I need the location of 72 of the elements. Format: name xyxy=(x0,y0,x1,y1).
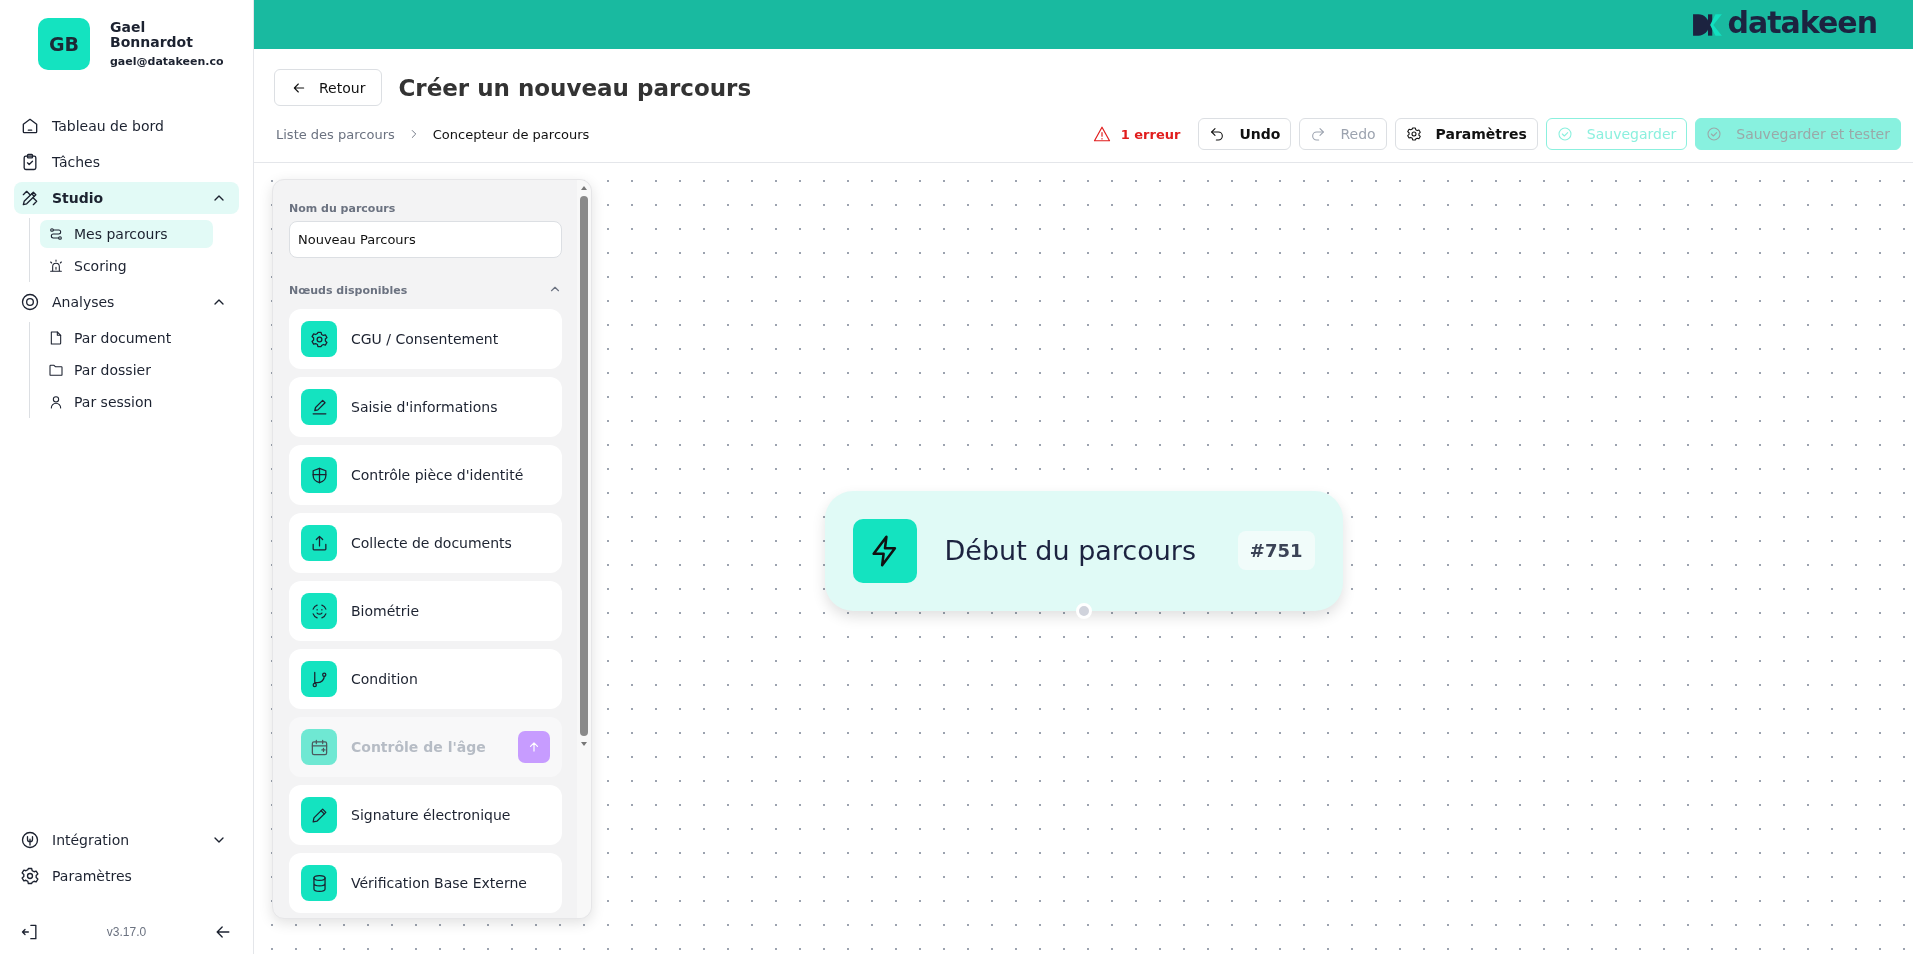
document-icon xyxy=(48,330,64,346)
nav-item[interactable]: Tableau de bord xyxy=(14,110,239,142)
node-card[interactable]: CGU / Consentement xyxy=(289,309,562,369)
field-label: Nom du parcours xyxy=(289,202,397,215)
back-button[interactable]: Retour xyxy=(274,69,383,106)
scroll-up-icon[interactable] xyxy=(580,185,588,191)
settings-icon xyxy=(309,329,329,349)
settings-icon xyxy=(20,866,40,886)
node-card[interactable]: Saisie d'informations xyxy=(289,377,562,437)
node-card[interactable]: Condition xyxy=(289,649,562,709)
node-label: Contrôle pièce d'identité xyxy=(351,467,524,483)
siren-icon xyxy=(48,258,64,274)
nav-item[interactable]: Paramètres xyxy=(14,860,239,892)
node-card[interactable]: Biométrie xyxy=(289,581,562,641)
node-label: Vérification Base Externe xyxy=(351,875,527,891)
version-label: v3.17.0 xyxy=(106,925,147,939)
page-title: Créer un nouveau parcours xyxy=(398,74,752,101)
scrollbar[interactable] xyxy=(577,180,591,918)
home-icon xyxy=(20,116,40,136)
node-id: #751 xyxy=(1237,531,1315,571)
breadcrumb-item[interactable]: Liste des parcours xyxy=(276,126,395,142)
scrollbar-thumb[interactable] xyxy=(580,196,588,736)
plug-icon xyxy=(20,830,40,850)
arrow-up-icon xyxy=(527,740,541,754)
nav-subitem[interactable]: Par document xyxy=(40,324,213,352)
node-card[interactable]: Signature électronique xyxy=(289,785,562,845)
nav-item[interactable]: Tâches xyxy=(14,146,239,178)
redo-icon xyxy=(1310,126,1327,142)
check-circle-icon xyxy=(1706,126,1723,142)
section-title: Nœuds disponibles xyxy=(289,284,408,297)
folder-icon xyxy=(48,362,64,378)
logout-button[interactable] xyxy=(20,922,40,942)
start-node[interactable]: Début du parcours #751 xyxy=(824,490,1343,611)
pencil-ruler-icon xyxy=(20,188,40,208)
node-label: CGU / Consentement xyxy=(351,331,499,347)
error-count[interactable]: 1 erreur xyxy=(1120,126,1181,142)
undo-icon xyxy=(1209,126,1226,142)
check-circle-icon xyxy=(1556,126,1573,142)
node-label: Condition xyxy=(351,671,418,687)
target-icon xyxy=(20,292,40,312)
node-label: Saisie d'informations xyxy=(351,399,498,415)
route-icon xyxy=(48,226,64,242)
nav-subitem[interactable]: Par dossier xyxy=(40,356,213,384)
user-email: gael@datakeen.co xyxy=(110,55,224,68)
logo-text: datakeen xyxy=(1727,7,1877,42)
nav-item[interactable]: Studio xyxy=(14,182,239,214)
node-label: Collecte de documents xyxy=(351,535,512,551)
name-field[interactable]: Nouveau Parcours xyxy=(289,221,562,258)
node-label: Contrôle de l'âge xyxy=(351,739,486,755)
user-icon xyxy=(48,394,64,410)
nav-item[interactable]: Intégration xyxy=(14,824,239,856)
avatar: GB xyxy=(38,18,90,70)
breadcrumb-item: Concepteur de parcours xyxy=(432,126,590,142)
node-card[interactable]: Vérification Base Externe xyxy=(289,853,562,913)
toolbar-button[interactable]: Paramètres xyxy=(1394,118,1538,150)
nav-subitem[interactable]: Par session xyxy=(40,388,213,416)
settings-icon xyxy=(1405,126,1422,142)
calendar-plus-icon xyxy=(309,737,329,757)
nav-subitem[interactable]: Mes parcours xyxy=(40,220,213,248)
node-card[interactable]: Collecte de documents xyxy=(289,513,562,573)
toolbar-button[interactable]: Undo xyxy=(1198,118,1292,150)
node-card[interactable]: Contrôle pièce d'identité xyxy=(289,445,562,505)
logo-icon xyxy=(1691,11,1724,38)
warning-icon xyxy=(1092,125,1111,143)
node-label: Biométrie xyxy=(351,603,420,619)
node-label: Signature électronique xyxy=(351,807,511,823)
upgrade-badge[interactable] xyxy=(518,731,550,763)
nav-item[interactable]: Analyses xyxy=(14,286,239,318)
nav-subitem[interactable]: Scoring xyxy=(40,252,213,280)
logout-icon xyxy=(20,922,40,942)
node-title: Début du parcours xyxy=(944,535,1196,567)
scroll-down-icon[interactable] xyxy=(580,741,588,747)
